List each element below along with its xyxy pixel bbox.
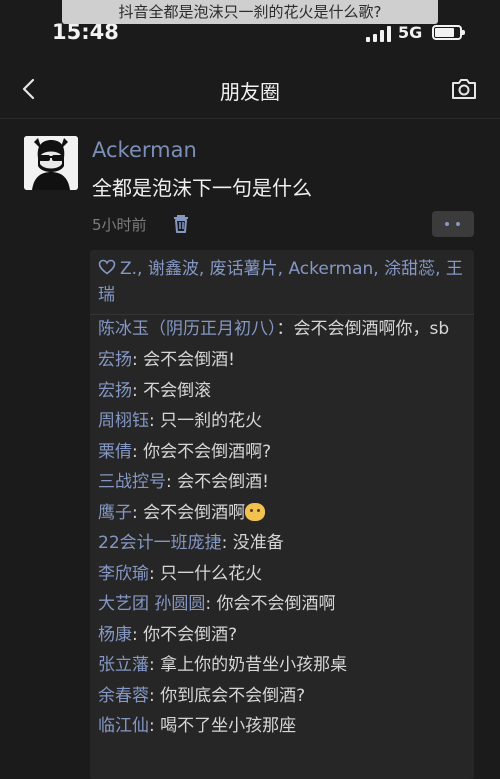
comment-text: : 会不会倒酒! — [166, 472, 269, 492]
comment-author[interactable]: 宏扬 — [98, 350, 132, 370]
comment-text: : 会不会倒酒啊 — [132, 502, 246, 523]
comment-item[interactable]: 陈冰玉（阴历正月初八）：会不会倒酒啊你，sb — [90, 315, 474, 345]
comment-author[interactable]: 宏扬 — [98, 381, 132, 401]
nav-divider — [0, 118, 500, 119]
post-text: 全都是泡沫下一句是什么 — [92, 176, 312, 200]
comment-text: : 喝不了坐小孩那座 — [149, 716, 297, 736]
more-dots-icon[interactable] — [432, 211, 474, 237]
comment-item[interactable]: 栗倩: 你会不会倒酒啊? — [90, 437, 474, 468]
comment-text: : 会不会倒酒! — [132, 350, 235, 370]
video-title-overlay: 抖音全都是泡沫只一刹的花火是什么歌? — [62, 0, 438, 24]
trash-icon[interactable] — [172, 214, 190, 234]
comment-text: : 没准备 — [221, 533, 284, 553]
comment-item[interactable]: 22会计一班庞捷: 没准备 — [90, 528, 474, 559]
avatar[interactable] — [24, 136, 78, 190]
comment-text: : 不会倒滚 — [132, 380, 212, 401]
comment-author[interactable]: 李欣瑜 — [98, 564, 149, 584]
page-title: 朋友圈 — [220, 80, 280, 104]
cat-emoji-icon — [245, 502, 266, 521]
comment-item[interactable]: 大艺团 孙圆圆: 你会不会倒酒啊 — [90, 589, 474, 620]
post-time: 5小时前 — [92, 216, 147, 234]
comment-author[interactable]: 杨康 — [98, 625, 132, 645]
comment-author[interactable]: 鹰子 — [98, 503, 132, 523]
comment-text: : 只一刹的花火 — [149, 411, 263, 431]
comment-item[interactable]: 周栩钰: 只一刹的花火 — [90, 406, 474, 437]
comment-text: ：会不会倒酒啊你，sb — [276, 319, 450, 339]
comment-text: : 你会不会倒酒啊? — [132, 441, 272, 462]
comment-item[interactable]: 李欣瑜: 只一什么花火 — [90, 559, 474, 590]
post-author[interactable]: Ackerman — [92, 138, 197, 162]
comment-author[interactable]: 张立藩 — [98, 655, 149, 675]
comment-item[interactable]: 鹰子: 会不会倒酒啊 — [90, 498, 474, 529]
comment-item[interactable]: 宏扬: 不会倒滚 — [90, 376, 474, 407]
battery-icon — [432, 25, 465, 40]
comment-item[interactable]: 余春蓉: 你到底会不会倒酒? — [90, 681, 474, 712]
comment-item[interactable]: 杨康: 你不会倒酒? — [90, 620, 474, 651]
comments-panel: Z., 谢鑫波, 废话薯片, Ackerman, 涂甜蕊, 王瑞 陈冰玉（阴历正… — [90, 250, 474, 779]
comment-author[interactable]: 大艺团 孙圆圆 — [98, 594, 205, 614]
comment-author[interactable]: 余春蓉 — [98, 686, 149, 706]
network-type: 5G — [398, 23, 423, 42]
nav-bar: 朋友圈 — [0, 60, 500, 118]
camera-icon[interactable] — [450, 77, 478, 101]
comment-item[interactable]: 三战控号: 会不会倒酒! — [90, 467, 474, 498]
comment-item[interactable]: 张立藩: 拿上你的奶昔坐小孩那桌 — [90, 650, 474, 681]
comment-text: : 拿上你的奶昔坐小孩那桌 — [149, 655, 348, 675]
comment-author[interactable]: 22会计一班庞捷 — [98, 533, 222, 553]
comment-author[interactable]: 周栩钰 — [98, 411, 149, 431]
comment-author[interactable]: 陈冰玉（阴历正月初八） — [98, 319, 277, 339]
comment-text: : 你到底会不会倒酒? — [149, 685, 306, 706]
comment-text: : 只一什么花火 — [149, 563, 263, 584]
heart-icon — [98, 257, 116, 275]
signal-icon — [366, 26, 392, 42]
comment-item[interactable]: 宏扬: 会不会倒酒! — [90, 345, 474, 376]
comment-author[interactable]: 临江仙 — [98, 716, 149, 736]
comment-text: : 你会不会倒酒啊 — [205, 594, 336, 614]
comment-author[interactable]: 栗倩 — [98, 442, 132, 462]
comment-item[interactable]: 临江仙: 喝不了坐小孩那座 — [90, 711, 474, 742]
likes-names[interactable]: Z., 谢鑫波, 废话薯片, Ackerman, 涂甜蕊, 王瑞 — [98, 259, 463, 305]
likes-list: Z., 谢鑫波, 废话薯片, Ackerman, 涂甜蕊, 王瑞 — [90, 250, 474, 315]
comment-text: : 你不会倒酒? — [132, 624, 238, 645]
comment-author[interactable]: 三战控号 — [98, 472, 166, 492]
